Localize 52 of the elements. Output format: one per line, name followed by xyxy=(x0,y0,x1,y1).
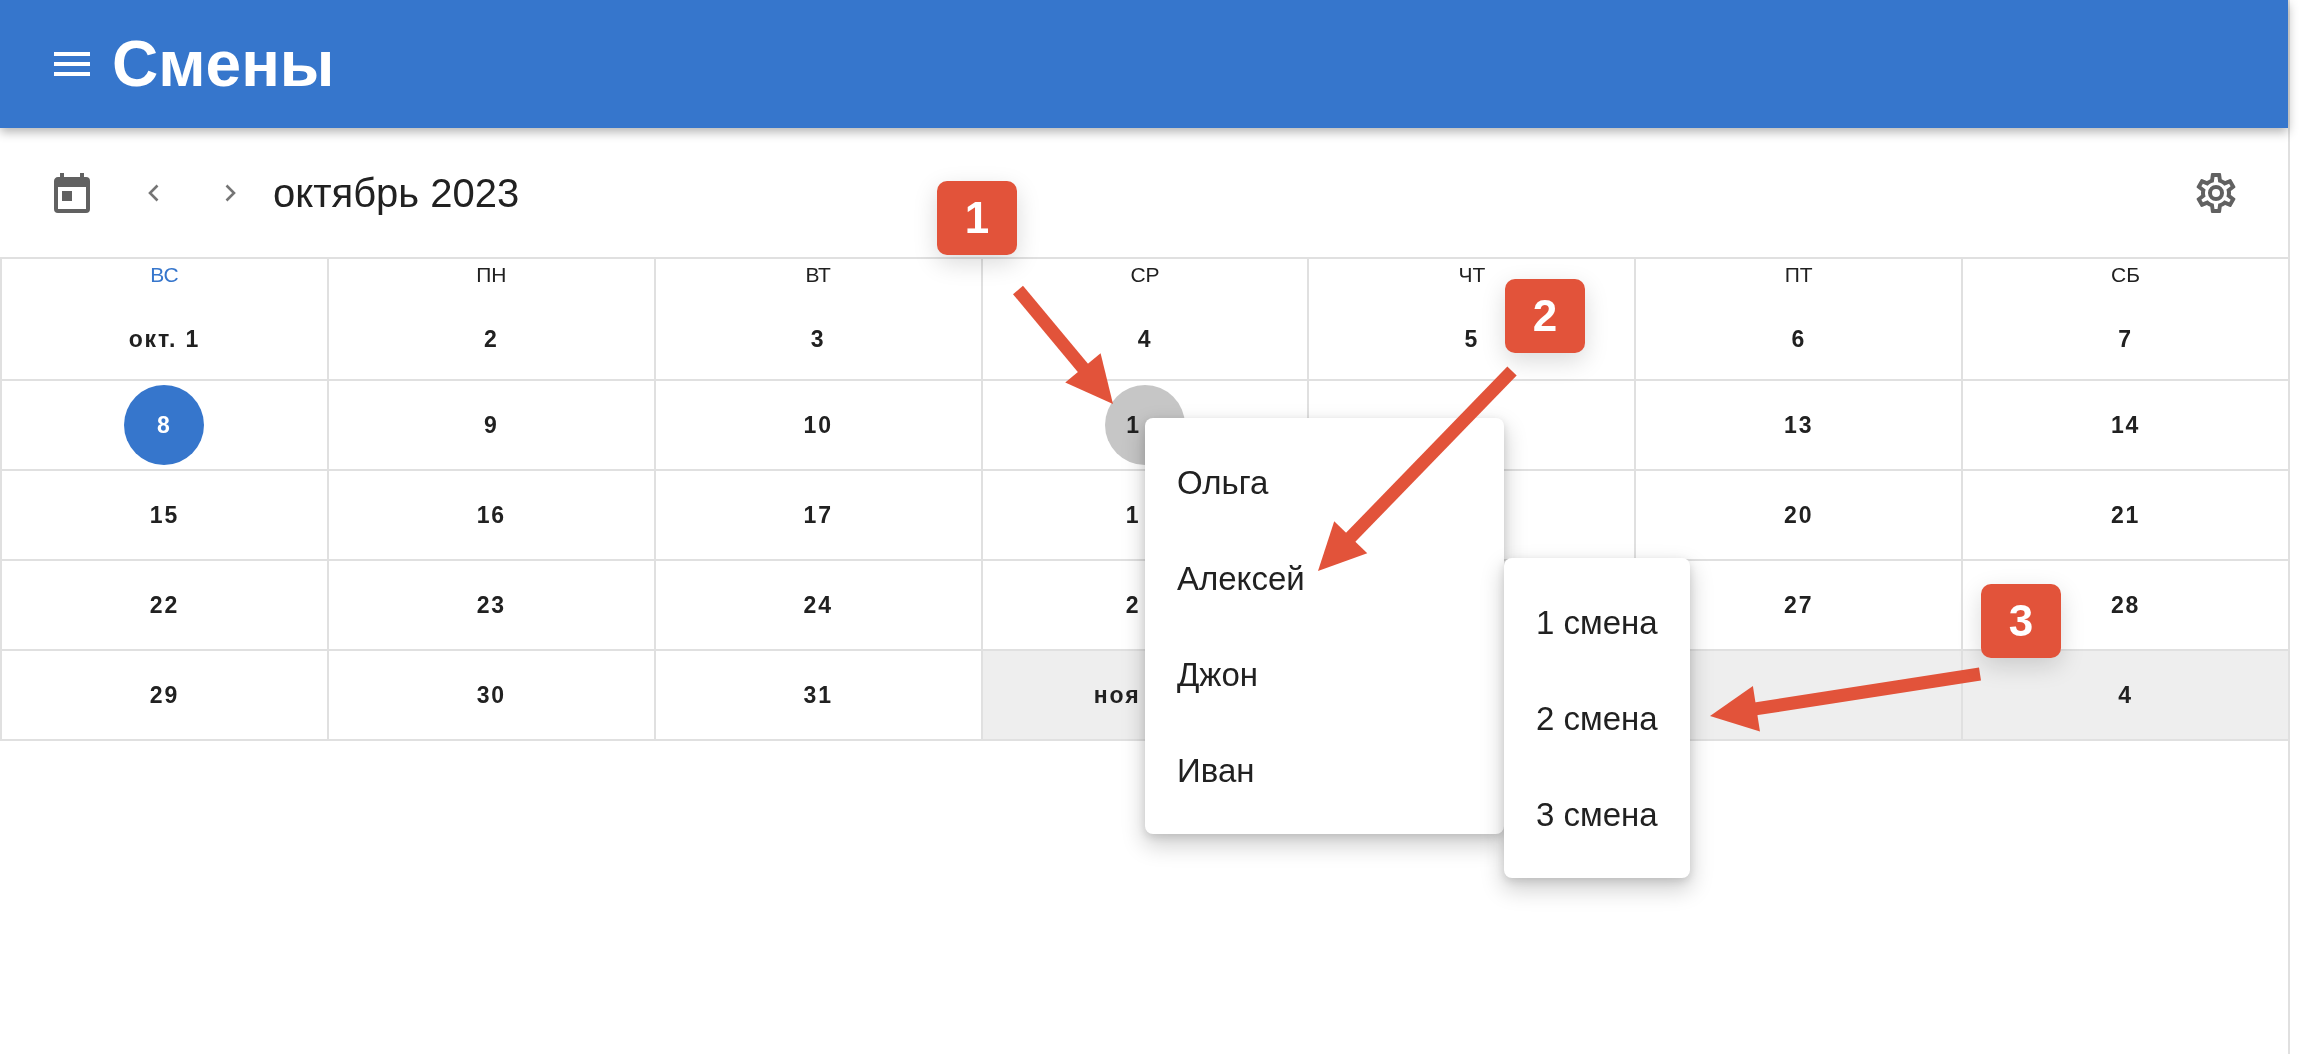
date-button[interactable]: 1 xyxy=(1125,503,1141,527)
menu-item[interactable]: Иван xyxy=(1145,722,1504,818)
date-button[interactable]: 29 xyxy=(149,683,180,707)
weekday-label: ПТ xyxy=(1784,262,1813,288)
date-button[interactable]: 8 xyxy=(124,385,205,465)
menu-item[interactable]: 1 смена xyxy=(1504,574,1690,670)
menu-icon[interactable] xyxy=(54,52,90,76)
date-button[interactable]: 17 xyxy=(803,503,833,527)
menu-item[interactable]: Алексей xyxy=(1145,530,1504,626)
date-button[interactable]: 2 xyxy=(1125,593,1141,617)
date-button[interactable]: 24 xyxy=(803,593,833,617)
date-button[interactable]: 31 xyxy=(803,683,833,707)
date-button[interactable]: 21 xyxy=(2110,503,2141,527)
date-button[interactable]: 22 xyxy=(149,593,180,617)
date-button[interactable]: 2 xyxy=(483,327,499,351)
calendar-icon[interactable] xyxy=(54,172,90,213)
date-button[interactable]: 27 xyxy=(1784,593,1814,617)
date-button[interactable]: окт. 1 xyxy=(128,327,201,351)
menu-item[interactable]: 3 смена xyxy=(1504,766,1690,862)
date-button[interactable]: 9 xyxy=(483,413,499,437)
step-badge: 3 xyxy=(1981,584,2061,658)
date-button[interactable]: 16 xyxy=(476,503,506,527)
chevron-right-icon[interactable] xyxy=(225,183,237,202)
weekday-label: ПН xyxy=(476,262,507,288)
date-button[interactable]: 3 xyxy=(810,327,826,351)
date-button[interactable]: 20 xyxy=(1784,503,1814,527)
date-button[interactable]: 14 xyxy=(2110,413,2141,437)
step-badge: 2 xyxy=(1505,279,1585,353)
weekday-label: ВТ xyxy=(805,262,831,288)
weekday-label: СР xyxy=(1130,262,1160,288)
date-button[interactable]: ноя xyxy=(1093,683,1141,707)
menu-item[interactable]: 2 смена xyxy=(1504,670,1690,766)
weekday-label: ЧТ xyxy=(1458,262,1486,288)
date-button[interactable]: 6 xyxy=(1791,327,1807,351)
month-title: октябрь 2023 xyxy=(273,172,520,213)
date-button[interactable]: 4 xyxy=(2118,683,2133,707)
chevron-left-icon[interactable] xyxy=(147,183,159,202)
step-badge: 1 xyxy=(937,181,1017,255)
date-button[interactable]: 30 xyxy=(476,683,506,707)
date-button[interactable]: 13 xyxy=(1784,413,1814,437)
date-button[interactable]: 15 xyxy=(149,503,180,527)
date-button[interactable]: 5 xyxy=(1464,327,1480,351)
menu-item[interactable]: Джон xyxy=(1145,626,1504,722)
date-button[interactable]: 23 xyxy=(476,593,506,617)
date-button[interactable]: 7 xyxy=(2118,327,2133,351)
date-button[interactable]: 10 xyxy=(803,413,833,437)
settings-icon[interactable] xyxy=(2196,172,2236,213)
weekday-label: СБ xyxy=(2111,262,2141,288)
date-button[interactable]: 28 xyxy=(2110,593,2141,617)
date-button[interactable]: 4 xyxy=(1137,327,1153,351)
weekday-label: ВС xyxy=(150,262,179,288)
app-title: Смены xyxy=(112,32,335,96)
